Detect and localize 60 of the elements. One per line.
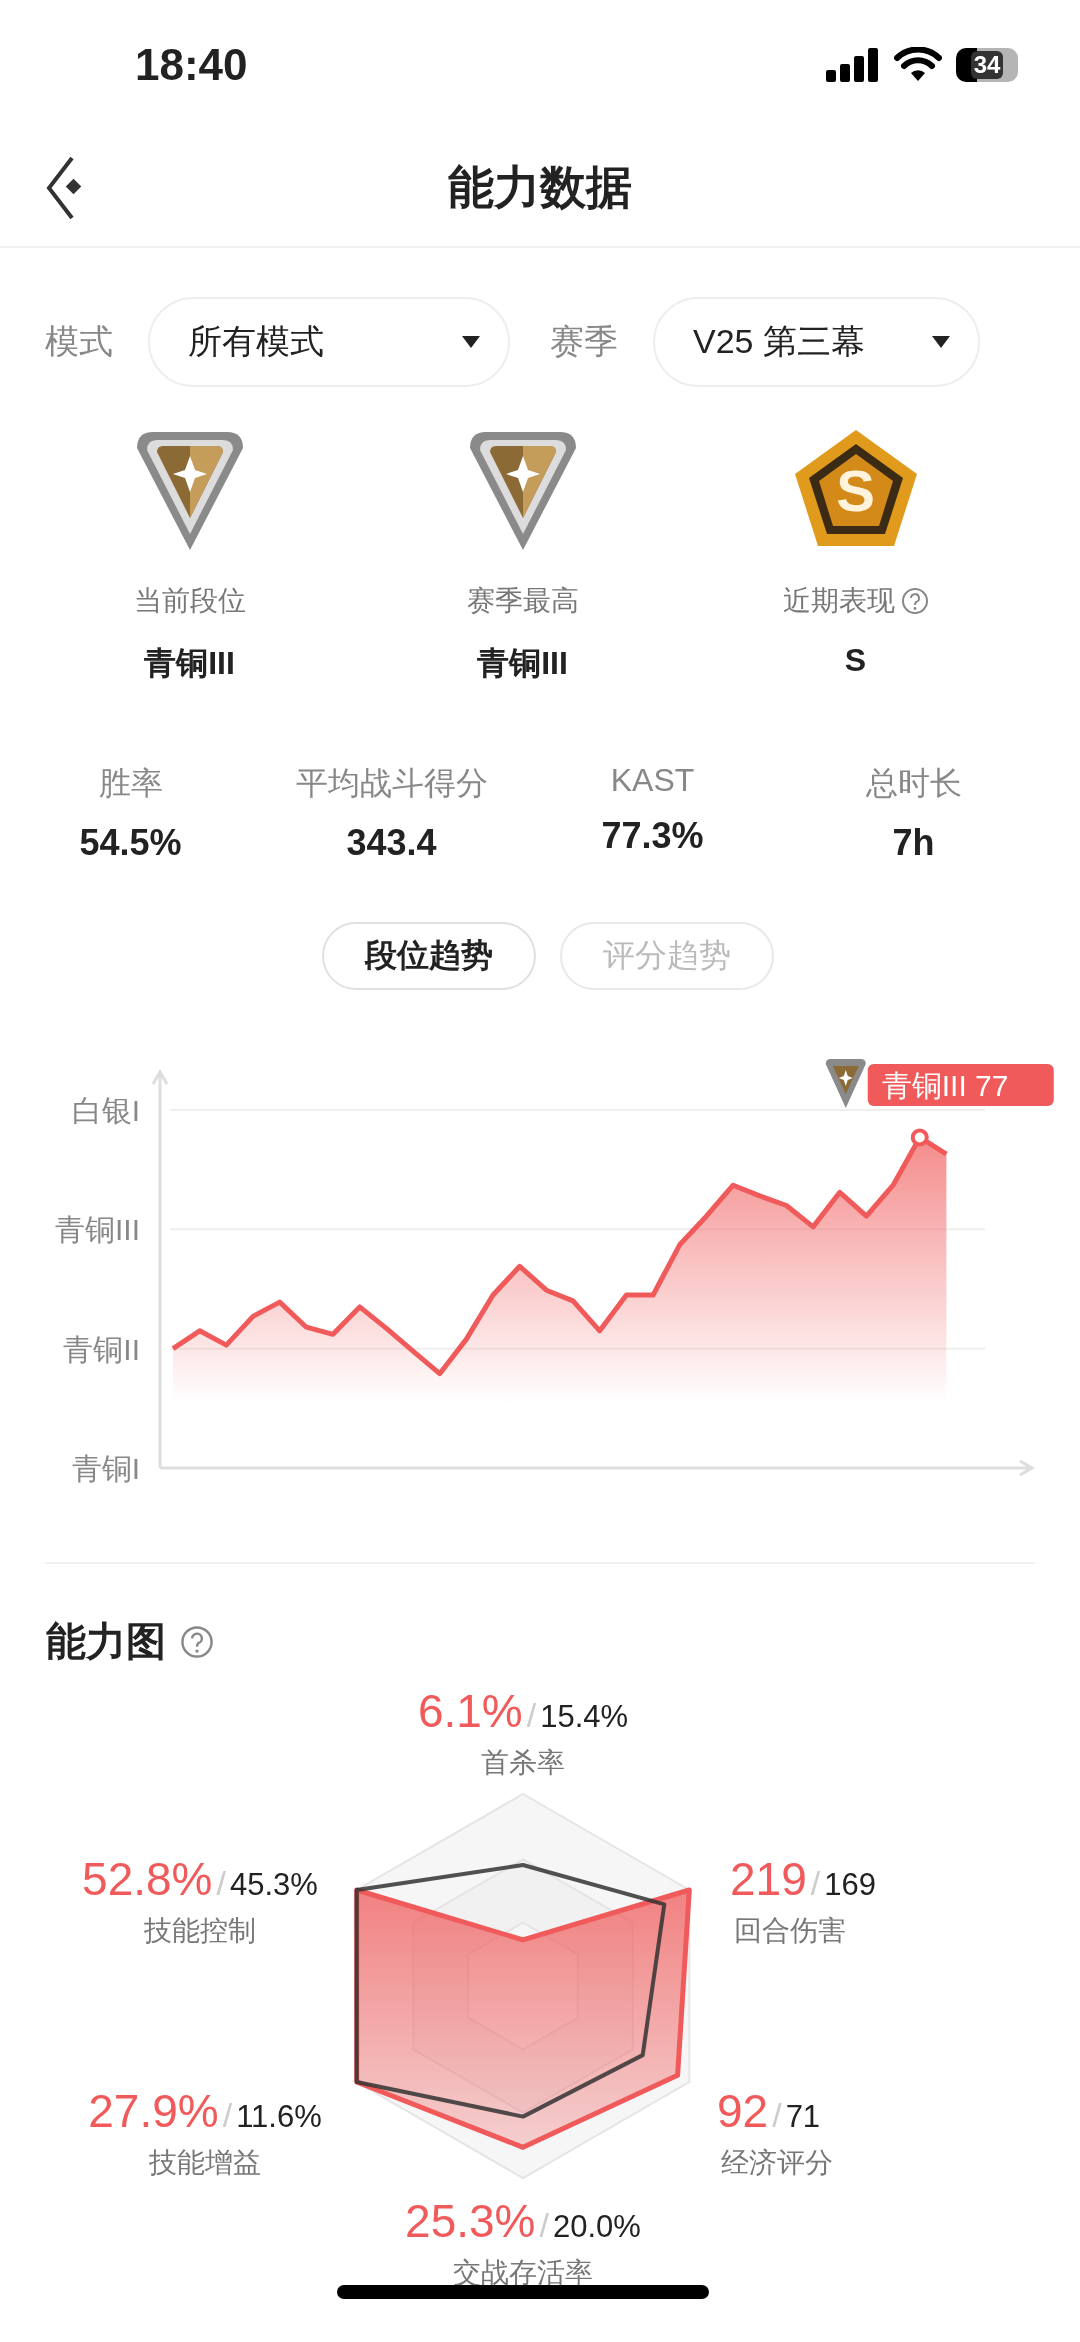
filter-label: 模式 [45,321,114,362]
grade-letter: S [836,456,875,524]
stat-value: 54.5% [79,822,182,864]
page-title: 能力数据 [448,160,632,215]
stat-value: 92 [717,2084,769,2138]
rank-emblem-icon [825,1059,866,1108]
stat-value: 52.8% [82,1852,213,1906]
rank-label: 近期表现 [782,584,895,618]
stat-value: 77.3% [601,815,704,857]
separator: / [772,2096,782,2135]
help-icon[interactable] [180,1624,214,1659]
highlight-point [910,1128,929,1147]
average-value: 45.3% [230,1867,318,1903]
stat-label: 经济评分 [721,2146,833,2180]
rank-tooltip: 青铜III 77 [867,1064,1054,1106]
stat-value: 27.9% [88,2084,219,2138]
rank-value: S [844,642,867,679]
battery-icon: 34 [956,48,1018,82]
stat-label: 胜率 [98,764,163,803]
rank-value: 青铜III [477,644,568,683]
caret-icon [462,336,480,348]
rank-label: 赛季最高 [466,584,579,618]
dropdown[interactable]: V25 第三幕 [653,297,980,387]
stat-label: 首杀率 [481,1746,565,1780]
axis-label: 青铜II [63,1332,140,1366]
stat-label: 技能控制 [144,1914,256,1948]
separator: / [810,1864,821,1903]
average-value: 15.4% [540,1699,629,1735]
average-value: 71 [785,2099,821,2135]
stat-label: 平均战斗得分 [295,764,488,803]
caret-icon [932,336,950,348]
help-icon[interactable] [900,587,929,615]
average-value: 169 [824,1867,876,1903]
separator: / [216,1864,226,1903]
stat-label: 总时长 [865,764,962,803]
stat-label: 技能增益 [149,2146,261,2180]
separator: / [222,2096,233,2135]
average-value: 11.6% [236,2099,322,2135]
stat-value: 25.3% [405,2194,536,2248]
stat-value: 7h [892,822,935,864]
filter-label: 赛季 [550,321,619,362]
wifi-icon [894,47,942,83]
separator: / [539,2206,549,2245]
stat-value: 6.1% [417,1684,523,1738]
axis-label: 青铜I [71,1452,140,1485]
axis-label: 青铜III [55,1213,140,1247]
separator: / [526,1696,537,1735]
stat-label: KAST [610,762,695,799]
stat-value: 219 [730,1852,807,1906]
dropdown[interactable]: 所有模式 [148,297,510,387]
rank-value: 青铜III [144,644,235,683]
average-value: 20.0% [553,2209,641,2245]
tab[interactable]: 段位趋势 [322,922,536,990]
axis-label: 白银I [71,1094,140,1127]
section-title: 能力图 [46,1618,166,1665]
stat-label: 回合伤害 [734,1914,846,1948]
rank-label: 当前段位 [133,584,246,618]
status-time: 18:40 [135,40,248,90]
stat-value: 343.4 [346,822,437,864]
signal-icon [826,48,880,82]
